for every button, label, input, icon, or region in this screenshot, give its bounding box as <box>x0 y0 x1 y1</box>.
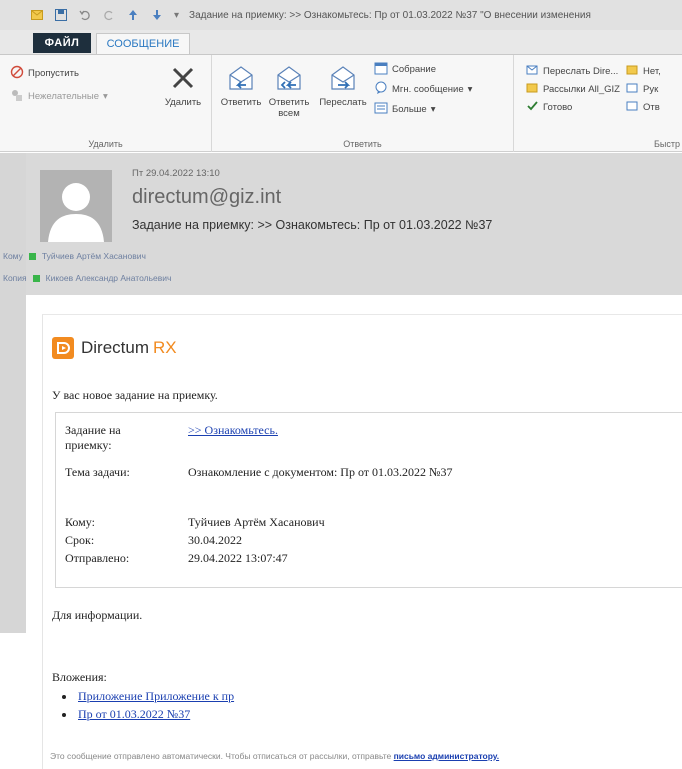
group-label-delete: Удалить <box>88 139 123 149</box>
ribbon: Пропустить Нежелательные ▾ Удалить Удали… <box>0 54 682 152</box>
checkmark-icon <box>526 99 539 115</box>
ribbon-group-delete: Пропустить Нежелательные ▾ Удалить Удали… <box>0 55 212 152</box>
ribbon-group-respond: Ответить Ответить всем Переслать Собрани… <box>212 55 514 152</box>
title-bar: ▾ Задание на приемку: >> Ознакомьтесь: П… <box>0 0 682 30</box>
calendar-icon <box>374 61 388 78</box>
cc-recipient[interactable]: Кикоев Александр Анатольевич <box>46 273 172 283</box>
arrow-down-icon[interactable] <box>150 8 164 22</box>
topic-label: Тема задачи: <box>65 465 130 479</box>
quick-step-team[interactable]: Рассылки All_GIZ <box>526 81 620 97</box>
to-field-label: Кому: <box>65 515 95 529</box>
directum-logo-icon <box>52 337 74 359</box>
admin-mail-link[interactable]: письмо администратору. <box>394 751 500 761</box>
message-date: Пт 29.04.2022 13:10 <box>132 168 220 179</box>
info-text: Для информации. <box>52 608 143 622</box>
person-silhouette-icon <box>48 183 104 242</box>
save-icon[interactable] <box>54 8 68 22</box>
reply-mail-icon <box>626 99 639 115</box>
attachment-link[interactable]: Пр от 01.03.2022 №37 <box>78 707 190 722</box>
team-mail-icon <box>526 81 539 97</box>
avatar <box>40 170 112 242</box>
group-label-quick-steps: Быстр <box>653 139 680 149</box>
ignore-icon <box>10 65 24 82</box>
tab-file[interactable]: ФАЙЛ <box>33 33 91 53</box>
task-label: Задание на приемку: <box>65 423 121 452</box>
chat-icon <box>374 81 388 98</box>
envelope-icon <box>30 8 44 22</box>
quick-step-no[interactable]: Нет, <box>626 63 661 79</box>
cc-row: Копия Кикоев Александр Анатольевич <box>3 273 171 283</box>
no-mail-icon <box>626 63 639 79</box>
reply-icon <box>225 61 257 95</box>
arrow-up-icon[interactable] <box>126 8 140 22</box>
sender-address[interactable]: directum@giz.int <box>132 186 281 209</box>
delete-x-icon <box>167 61 199 95</box>
attachments-title: Вложения: <box>52 670 107 684</box>
bullet-icon <box>62 712 66 717</box>
footer-note: Это сообщение отправлено автоматически. … <box>50 751 500 761</box>
logo-text: Directum RX <box>81 338 177 357</box>
undo-icon[interactable] <box>78 8 92 22</box>
im-button[interactable]: Мгн. сообщение ▾ <box>374 81 472 98</box>
quick-access-dropdown-icon[interactable]: ▾ <box>174 10 179 21</box>
task-details-frame <box>55 412 682 588</box>
ignore-button[interactable]: Пропустить <box>10 65 79 82</box>
reply-all-button[interactable]: Ответить всем <box>264 61 314 119</box>
quick-step-forward-director[interactable]: Переслать Dire... <box>526 63 618 79</box>
cc-label: Копия <box>3 273 27 283</box>
quick-step-done[interactable]: Готово <box>526 99 572 115</box>
meeting-button[interactable]: Собрание <box>374 61 436 78</box>
junk-icon <box>10 88 24 105</box>
reply-button[interactable]: Ответить <box>218 61 264 108</box>
chevron-down-icon: ▾ <box>103 91 108 102</box>
presence-indicator <box>32 274 40 282</box>
quick-step-reply[interactable]: Отв <box>626 99 660 115</box>
message-subject: Задание на приемку: >> Ознакомьтесь: Пр … <box>132 218 493 232</box>
task-link[interactable]: >> Ознакомьтесь. <box>188 423 278 438</box>
group-label-respond: Ответить <box>343 139 382 149</box>
reply-all-icon <box>273 61 305 95</box>
presence-indicator <box>28 252 36 260</box>
attachment-item: Пр от 01.03.2022 №37 <box>62 707 190 722</box>
topic-value: Ознакомление с документом: Пр от 01.03.2… <box>188 465 453 479</box>
left-rail <box>0 153 26 633</box>
quick-step-lead[interactable]: Рук <box>626 81 658 97</box>
directum-logo: Directum RX <box>52 337 177 359</box>
chevron-down-icon: ▾ <box>430 104 436 115</box>
delete-button[interactable]: Удалить <box>160 61 206 108</box>
tab-message[interactable]: СООБЩЕНИЕ <box>96 33 190 54</box>
sent-value: 29.04.2022 13:07:47 <box>188 551 288 565</box>
due-label: Срок: <box>65 533 95 547</box>
forward-mail-icon <box>526 63 539 79</box>
sent-label: Отправлено: <box>65 551 130 565</box>
lead-mail-icon <box>626 81 639 97</box>
chevron-down-icon: ▾ <box>467 84 473 95</box>
to-label: Кому <box>3 251 23 261</box>
due-value: 30.04.2022 <box>188 533 242 547</box>
more-button[interactable]: Больше ▾ <box>374 101 436 118</box>
forward-button[interactable]: Переслать <box>318 61 368 108</box>
to-recipient[interactable]: Туйчиев Артём Хасанович <box>42 251 146 261</box>
ribbon-tabs: ФАЙЛ СООБЩЕНИЕ <box>0 30 682 54</box>
redo-icon[interactable] <box>102 8 116 22</box>
window-title: Задание на приемку: >> Ознакомьтесь: Пр … <box>189 9 591 21</box>
junk-button[interactable]: Нежелательные ▾ <box>10 88 108 105</box>
attachment-item: Приложение Приложение к пр <box>62 689 234 704</box>
ribbon-group-quick-steps: Переслать Dire... Рассылки All_GIZ Готов… <box>514 55 682 152</box>
bullet-icon <box>62 694 66 699</box>
to-row: Кому Туйчиев Артём Хасанович <box>3 251 146 261</box>
intro-text: У вас новое задание на приемку. <box>52 388 218 402</box>
more-icon <box>374 101 388 118</box>
attachment-link[interactable]: Приложение Приложение к пр <box>78 689 234 704</box>
forward-icon <box>327 61 359 95</box>
to-field-value: Туйчиев Артём Хасанович <box>188 515 325 529</box>
